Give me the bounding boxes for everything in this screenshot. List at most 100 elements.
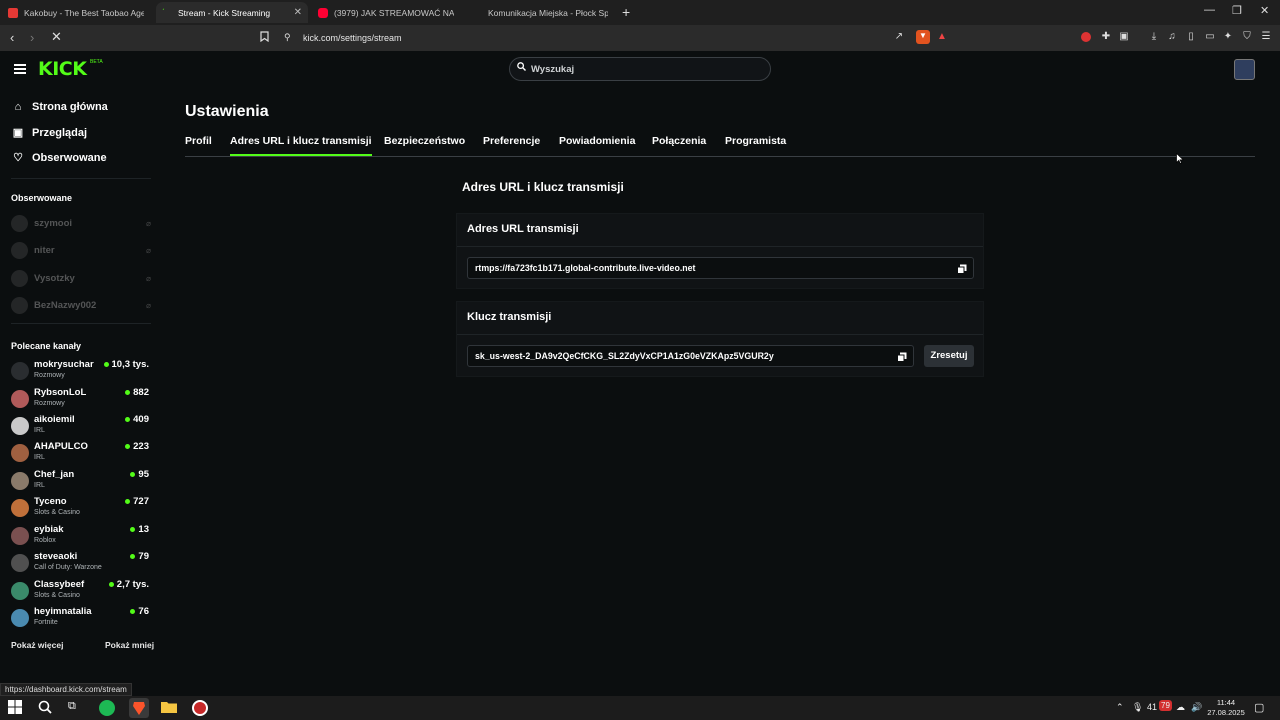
copy-icon[interactable] xyxy=(897,351,907,362)
spotify-icon[interactable] xyxy=(99,700,115,716)
windows-start-icon[interactable] xyxy=(8,700,24,716)
window-close-icon[interactable]: ✕ xyxy=(1260,4,1269,17)
tray-app-icon[interactable]: ☁ xyxy=(1176,702,1185,713)
menu-icon[interactable]: ☰ xyxy=(1260,31,1272,43)
maximize-icon[interactable]: ❐ xyxy=(1232,4,1242,17)
tray-badge[interactable]: 79 xyxy=(1159,700,1172,711)
followed-channel[interactable]: niter ⌀ xyxy=(11,241,151,259)
tab-developer[interactable]: Programista xyxy=(725,135,786,147)
search-placeholder: Wyszukaj xyxy=(531,64,575,75)
minimize-icon[interactable]: — xyxy=(1204,4,1215,16)
volume-icon[interactable]: 🔊 xyxy=(1191,702,1202,713)
search-input[interactable]: Wyszukaj xyxy=(509,57,771,81)
sidebar-item-following[interactable]: ♡ Obserwowane xyxy=(11,151,107,165)
recommended-channel[interactable]: steveaoki Call of Duty: Warzone 79 xyxy=(11,551,151,575)
loading-favicon-icon: ˊ xyxy=(162,7,165,17)
section-title: Adres URL i klucz transmisji xyxy=(462,180,624,194)
downloads-icon[interactable]: ⤓ xyxy=(1148,31,1160,43)
stream-key-field[interactable]: sk_us-west-2_DA9v2QeCfCKG_SL2ZdyVxCP1A1z… xyxy=(467,345,914,367)
live-dot-icon xyxy=(103,362,109,367)
offline-icon: ⌀ xyxy=(146,300,151,310)
copy-icon[interactable] xyxy=(957,263,967,274)
file-explorer-icon[interactable] xyxy=(161,700,177,716)
browser-tab-komunikacja[interactable]: Komunikacja Miejska - Płock Sp. z o.o xyxy=(466,2,614,23)
taskbar-clock[interactable]: 11:44 27.08.2025 xyxy=(1204,698,1248,718)
share-icon[interactable]: ↗ xyxy=(893,31,905,43)
bookmark-icon[interactable] xyxy=(260,31,269,45)
browse-icon: ▣ xyxy=(12,127,24,139)
media-icon[interactable]: ♫ xyxy=(1166,31,1178,43)
sidebar-item-browse[interactable]: ▣ Przeglądaj xyxy=(11,126,87,140)
new-tab-icon[interactable]: + xyxy=(622,4,630,20)
recommended-channel[interactable]: Chef_jan IRL 95 xyxy=(11,469,151,493)
extension-2-icon[interactable]: ▣ xyxy=(1118,31,1130,43)
taskbar-search-icon[interactable] xyxy=(38,700,54,716)
stop-loading-icon[interactable]: ✕ xyxy=(51,29,62,45)
hamburger-menu-icon[interactable] xyxy=(14,64,26,74)
app-icon[interactable] xyxy=(192,700,208,716)
sidebar: ⌂ Strona główna ▣ Przeglądaj ♡ Obserwowa… xyxy=(0,89,162,681)
vpn-icon[interactable]: ⛉ xyxy=(1241,31,1253,43)
address-bar[interactable]: kick.com/settings/stream xyxy=(303,33,402,43)
stream-key-card: Klucz transmisji sk_us-west-2_DA9v2QeCfC… xyxy=(456,301,984,377)
home-icon: ⌂ xyxy=(14,101,22,113)
forward-icon[interactable]: › xyxy=(30,30,34,45)
page-title: Ustawienia xyxy=(185,103,269,120)
viewer-count: 79 xyxy=(130,551,149,562)
tab-security[interactable]: Bezpieczeństwo xyxy=(384,135,465,147)
followed-channel[interactable]: BezNazwy002 ⌀ xyxy=(11,296,151,314)
show-less-button[interactable]: Pokaż mniej xyxy=(105,640,154,650)
recommended-channel[interactable]: mokrysuchar Rozmowy 10,3 tys. xyxy=(11,359,151,383)
extension-icon[interactable] xyxy=(1081,32,1091,42)
sidebar-toggle-icon[interactable]: ▯ xyxy=(1185,31,1197,43)
avatar xyxy=(11,296,28,314)
browser-tab-youtube[interactable]: (3979) JAK STREAMOWAĆ NA KICK xyxy=(312,2,460,23)
followed-channel[interactable]: szymooi ⌀ xyxy=(11,214,151,232)
brave-browser-icon[interactable] xyxy=(129,698,149,718)
recommended-channel[interactable]: eybiak Roblox 13 xyxy=(11,524,151,548)
recommended-channel[interactable]: aikoiemil IRL 409 xyxy=(11,414,151,438)
stream-url-field[interactable]: rtmps://fa723fc1b171.global-contribute.l… xyxy=(467,257,974,279)
avatar xyxy=(11,527,29,545)
notifications-icon[interactable]: ▢ xyxy=(1254,701,1264,714)
back-icon[interactable]: ‹ xyxy=(10,30,14,45)
tab-connections[interactable]: Połączenia xyxy=(652,135,706,147)
user-avatar[interactable] xyxy=(1234,59,1255,80)
puzzle-extensions-icon[interactable]: ✚ xyxy=(1100,31,1112,43)
offline-icon: ⌀ xyxy=(146,245,151,255)
tray-mic-icon[interactable]: 🎙 xyxy=(1132,702,1143,713)
close-tab-icon[interactable]: ✕ xyxy=(294,7,302,18)
recommended-channel[interactable]: RybsonLoL Rozmowy 882 xyxy=(11,387,151,411)
tabs-divider xyxy=(185,156,1255,157)
tab-stream-url-key[interactable]: Adres URL i klucz transmisji xyxy=(230,135,372,156)
mouse-cursor-icon xyxy=(1176,152,1185,165)
browser-tab-kick[interactable]: ˊ Stream - Kick Streaming ✕ xyxy=(156,2,308,23)
recommended-channel[interactable]: heyimnatalia Fortnite 76 xyxy=(11,606,151,630)
kick-logo[interactable]: KICK xyxy=(38,58,87,80)
stream-url-card: Adres URL transmisji rtmps://fa723fc1b17… xyxy=(456,213,984,289)
tab-profile[interactable]: Profil xyxy=(185,135,212,147)
show-more-button[interactable]: Pokaż więcej xyxy=(11,640,63,650)
recommended-channel[interactable]: AHAPULCO IRL 223 xyxy=(11,441,151,465)
taskbar: ⧉ ⌃ 🎙 41 79 ☁ 🔊 11:44 27.08.2025 ▢ xyxy=(0,696,1280,720)
brave-shields-icon[interactable]: ▼ xyxy=(916,30,930,44)
sidebar-item-home[interactable]: ⌂ Strona główna xyxy=(11,101,108,113)
leo-ai-icon[interactable]: ✦ xyxy=(1222,31,1234,43)
clock-time: 11:44 xyxy=(1216,698,1236,707)
viewer-count: 13 xyxy=(130,524,149,535)
brave-rewards-icon[interactable]: ▲ xyxy=(936,31,948,43)
tab-preferences[interactable]: Preferencje xyxy=(483,135,540,147)
tab-notifications[interactable]: Powiadomienia xyxy=(559,135,635,147)
youtube-favicon-icon xyxy=(318,7,328,18)
wallet-icon[interactable]: ▭ xyxy=(1204,31,1216,43)
recommended-channel[interactable]: Tyceno Slots & Casino 727 xyxy=(11,496,151,520)
followed-channel[interactable]: Vysotzky ⌀ xyxy=(11,269,151,287)
avatar xyxy=(11,269,28,287)
tray-chevron-icon[interactable]: ⌃ xyxy=(1116,702,1124,713)
site-settings-icon[interactable]: ⚲ xyxy=(284,32,291,43)
recommended-channel[interactable]: Classybeef Slots & Casino 2,7 tys. xyxy=(11,579,151,603)
browser-tab-kakobuy[interactable]: Kakobuy - The Best Taobao Agent H xyxy=(2,2,150,23)
task-view-icon[interactable]: ⧉ xyxy=(68,700,84,716)
reset-key-button[interactable]: Zresetuj xyxy=(924,345,974,367)
kakobuy-favicon-icon xyxy=(8,7,18,18)
